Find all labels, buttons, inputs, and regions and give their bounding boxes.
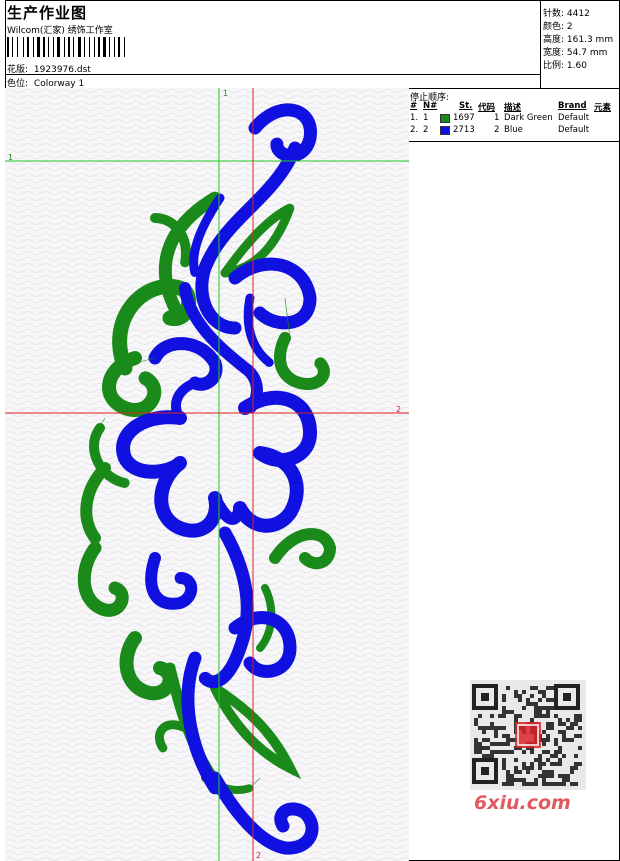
barcode xyxy=(7,37,141,57)
watermark: 6xiu.com xyxy=(470,680,586,820)
colorway-underline xyxy=(5,74,541,75)
stat-scale: 比例: 1.60 xyxy=(543,61,587,71)
production-worksheet: 生产作业图 Wilcom(汇家) 绣饰工作室 花版: 1923976.dst 色… xyxy=(0,0,620,861)
sequence-header: # N# St. 代码 描述 Brand 元素 xyxy=(410,101,620,113)
software-name: Wilcom(汇家) 绣饰工作室 xyxy=(7,26,113,36)
sequence-divider xyxy=(408,141,620,142)
embroidery-preview: 1 1 2 2 xyxy=(5,88,409,861)
green-h-guide-label: 1 xyxy=(8,153,13,162)
color-swatch-blue xyxy=(440,126,450,135)
col-element: 元素 xyxy=(594,103,612,113)
red-h-guide-label: 2 xyxy=(396,405,401,414)
table-row[interactable]: 1. 1 1697 1 Dark Green Default xyxy=(410,113,620,125)
col-desc: 描述 xyxy=(504,103,522,113)
color-swatch-green xyxy=(440,114,450,123)
table-row[interactable]: 2. 2 2713 2 Blue Default xyxy=(410,125,620,137)
seal-logo-icon xyxy=(515,722,541,748)
page-title: 生产作业图 xyxy=(7,4,88,22)
stat-width: 宽度: 54.7 mm xyxy=(543,48,608,58)
design-canvas[interactable]: 1 1 2 2 xyxy=(5,88,409,861)
col-st: St. xyxy=(459,101,473,111)
sequence-table: # N# St. 代码 描述 Brand 元素 1. 1 1697 1 Dark… xyxy=(410,101,620,137)
col-brand: Brand xyxy=(558,101,587,111)
red-v-guide-label: 2 xyxy=(256,851,261,860)
stat-colors: 颜色: 2 xyxy=(543,22,573,32)
green-v-guide-label: 1 xyxy=(223,89,228,98)
col-code: 代码 xyxy=(478,103,496,113)
stat-stitches: 针数: 4412 xyxy=(543,9,590,19)
col-hash: # xyxy=(410,101,418,111)
watermark-text: 6xiu.com xyxy=(474,792,571,814)
col-n: N# xyxy=(423,101,438,111)
stat-height: 高度: 161.3 mm xyxy=(543,35,614,45)
